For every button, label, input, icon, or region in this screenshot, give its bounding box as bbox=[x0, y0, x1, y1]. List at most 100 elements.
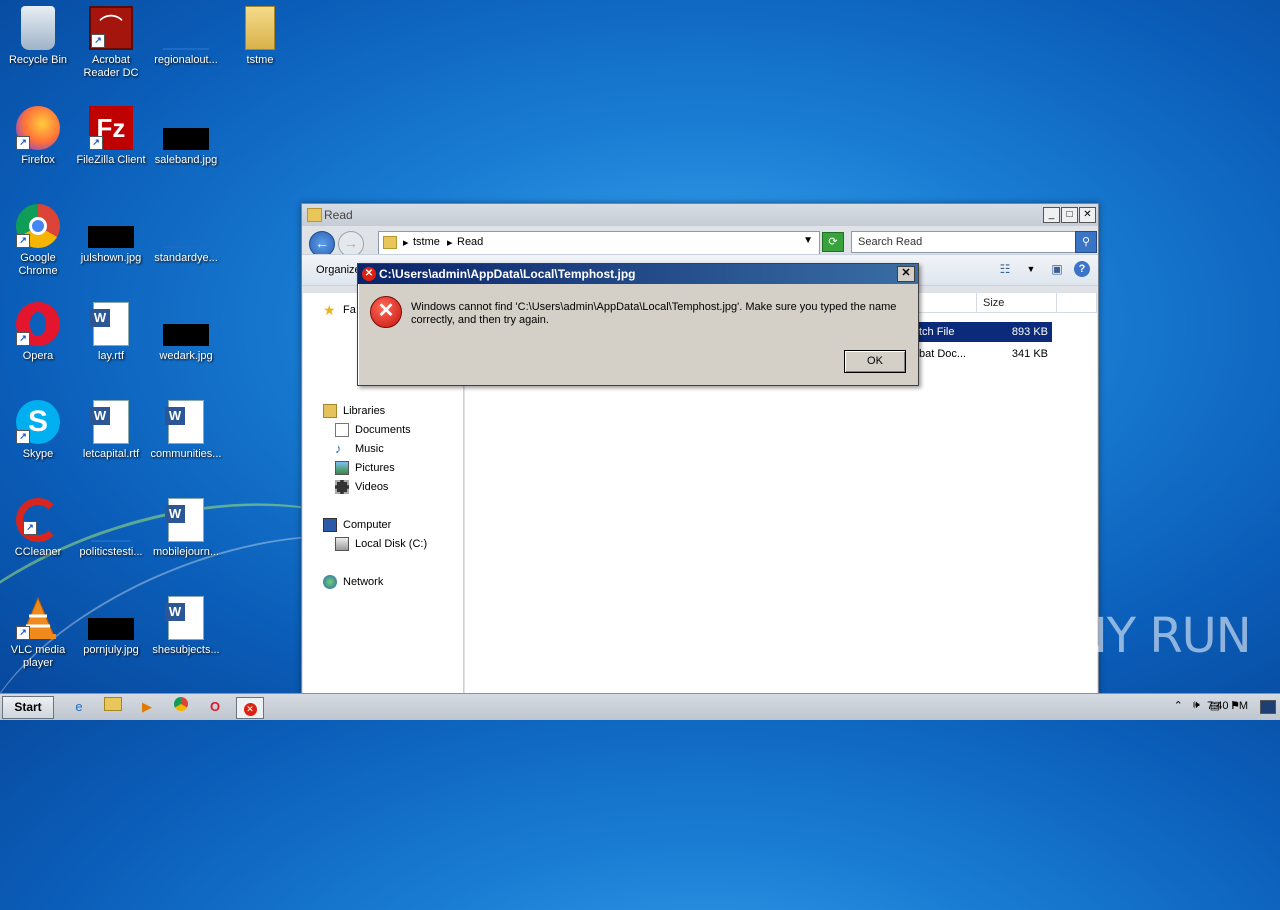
desktop-icon-chrome[interactable]: ↗ Google Chrome bbox=[0, 204, 76, 278]
vlc-icon: ↗ bbox=[16, 596, 60, 640]
dialog-titlebar: ✕ C:\Users\admin\AppData\Local\Temphost.… bbox=[358, 264, 918, 284]
desktop-icon-wedark[interactable]: wedark.jpg bbox=[148, 302, 224, 363]
folder-icon bbox=[245, 6, 275, 50]
desktop-icon-pornjuly[interactable]: pornjuly.jpg bbox=[73, 596, 149, 657]
column-header-extra[interactable] bbox=[1057, 293, 1097, 313]
folder-icon bbox=[383, 236, 397, 249]
column-header-size[interactable]: Size bbox=[977, 293, 1057, 313]
word-doc-icon: W bbox=[165, 498, 204, 542]
media-player-icon[interactable]: ▶ bbox=[136, 697, 158, 717]
breadcrumb-tstme[interactable]: tstme bbox=[413, 236, 440, 248]
clock[interactable]: 7:40 PM bbox=[1207, 700, 1248, 712]
nav-documents[interactable]: Documents bbox=[335, 423, 411, 437]
search-input[interactable]: Search Read bbox=[851, 231, 1079, 253]
explorer-titlebar: Read _ □ ✕ bbox=[302, 204, 1098, 226]
taskbar: Start e ▶ O ✕ ⌃ 🕪 ▤ ⚑ 7:40 PM bbox=[0, 693, 1280, 720]
table-row[interactable]: tch File 893 KB bbox=[915, 322, 1052, 342]
column-header-type[interactable] bbox=[915, 293, 977, 313]
nav-libraries[interactable]: Libraries bbox=[323, 404, 385, 418]
videos-icon bbox=[335, 480, 349, 494]
ok-button[interactable]: OK bbox=[844, 350, 906, 373]
desktop-icon-lay[interactable]: W lay.rtf bbox=[73, 302, 149, 363]
minimize-button[interactable]: _ bbox=[1043, 207, 1060, 223]
nav-computer[interactable]: Computer bbox=[323, 518, 391, 532]
dialog-close-button[interactable]: ✕ bbox=[897, 266, 915, 282]
desktop-icon-vlc[interactable]: ↗ VLC media player bbox=[0, 596, 76, 670]
desktop-icon-saleband[interactable]: saleband.jpg bbox=[148, 106, 224, 167]
organize-button[interactable]: Organize bbox=[316, 264, 361, 276]
desktop-icon-ccleaner[interactable]: ↗ CCleaner bbox=[0, 498, 76, 559]
opera-taskbar-icon[interactable]: O bbox=[204, 697, 226, 717]
word-doc-icon: W bbox=[90, 400, 129, 444]
desktop-icon-letcapital[interactable]: W letcapital.rtf bbox=[73, 400, 149, 461]
window-title: Read bbox=[324, 208, 353, 222]
help-icon[interactable]: ? bbox=[1074, 261, 1090, 277]
network-icon bbox=[323, 575, 337, 589]
desktop-icon-communities[interactable]: W communities... bbox=[148, 400, 224, 461]
filezilla-icon: Fz ↗ bbox=[89, 106, 133, 150]
word-doc-icon: W bbox=[165, 400, 204, 444]
desktop-icon-skype[interactable]: S ↗ Skype bbox=[0, 400, 76, 461]
image-file-icon bbox=[163, 128, 209, 150]
image-file-icon bbox=[88, 226, 134, 248]
library-icon bbox=[323, 404, 337, 418]
desktop-icon-opera[interactable]: ↗ Opera bbox=[0, 302, 76, 363]
chevron-down-icon[interactable]: ▼ bbox=[803, 235, 813, 246]
computer-icon bbox=[323, 518, 337, 532]
desktop-icon-mobilejourn[interactable]: W mobilejourn... bbox=[148, 498, 224, 559]
desktop-icon-tstme[interactable]: tstme bbox=[222, 6, 298, 67]
show-desktop-button[interactable] bbox=[1260, 700, 1276, 714]
anyrun-watermark: ANY RUN bbox=[1040, 608, 1252, 664]
recycle-bin-icon bbox=[21, 6, 55, 50]
preview-pane-icon[interactable]: ▣ bbox=[1048, 260, 1066, 278]
nav-pictures[interactable]: Pictures bbox=[335, 461, 395, 475]
desktop-icon-regionalout[interactable]: regionalout... bbox=[148, 6, 224, 67]
maximize-button[interactable]: □ bbox=[1061, 207, 1078, 223]
close-button[interactable]: ✕ bbox=[1079, 207, 1096, 223]
table-row[interactable]: bat Doc... 341 KB bbox=[915, 344, 1052, 364]
nav-local-disk[interactable]: Local Disk (C:) bbox=[335, 537, 427, 551]
error-dialog-taskbar-icon[interactable]: ✕ bbox=[236, 697, 264, 719]
desktop-icon-filezilla[interactable]: Fz ↗ FileZilla Client bbox=[73, 106, 149, 167]
desktop-icon-julshown[interactable]: julshown.jpg bbox=[73, 204, 149, 265]
start-button[interactable]: Start bbox=[2, 696, 54, 719]
firefox-icon: ↗ bbox=[16, 106, 60, 150]
dialog-message: Windows cannot find 'C:\Users\admin\AppD… bbox=[411, 301, 897, 326]
image-file-icon bbox=[163, 324, 209, 346]
chrome-taskbar-icon[interactable] bbox=[170, 697, 192, 717]
nav-network[interactable]: Network bbox=[323, 575, 383, 589]
chrome-icon: ↗ bbox=[16, 204, 60, 248]
folder-icon bbox=[307, 208, 322, 222]
chevron-down-icon[interactable]: ▼ bbox=[1022, 260, 1040, 278]
blank-file-icon bbox=[91, 540, 131, 542]
pictures-icon bbox=[335, 461, 349, 475]
star-icon: ★ bbox=[323, 302, 336, 318]
nav-favorites[interactable]: ★ Fa bbox=[323, 303, 356, 317]
explorer-taskbar-icon[interactable] bbox=[102, 697, 124, 717]
acrobat-icon: ⌒ ↗ bbox=[89, 6, 133, 50]
image-file-icon bbox=[88, 618, 134, 640]
blank-file-icon bbox=[163, 48, 209, 50]
desktop-icon-acrobat[interactable]: ⌒ ↗ Acrobat Reader DC bbox=[73, 6, 149, 80]
word-doc-icon: W bbox=[165, 596, 204, 640]
view-options-icon[interactable]: ☷ bbox=[996, 260, 1014, 278]
word-doc-icon: W bbox=[90, 302, 129, 346]
blank-file-icon bbox=[163, 246, 209, 248]
ie-icon[interactable]: e bbox=[68, 697, 90, 717]
refresh-button[interactable]: ⟳ bbox=[822, 232, 844, 252]
desktop-icon-standardye[interactable]: standardye... bbox=[148, 204, 224, 265]
desktop-icon-shesubjects[interactable]: W shesubjects... bbox=[148, 596, 224, 657]
breadcrumb-read[interactable]: Read bbox=[457, 236, 483, 248]
desktop-icon-politicstesti[interactable]: politicstesti... bbox=[73, 498, 149, 559]
desktop-icon-firefox[interactable]: ↗ Firefox bbox=[0, 106, 76, 167]
search-icon[interactable]: ⚲ bbox=[1075, 231, 1097, 253]
address-bar[interactable]: ▸ tstme ▸ Read ▼ bbox=[378, 231, 820, 255]
nav-videos[interactable]: Videos bbox=[335, 480, 388, 494]
dialog-title: C:\Users\admin\AppData\Local\Temphost.jp… bbox=[379, 267, 636, 281]
show-hidden-icons-icon[interactable]: ⌃ bbox=[1174, 699, 1183, 712]
error-dialog: ✕ C:\Users\admin\AppData\Local\Temphost.… bbox=[357, 263, 919, 386]
documents-icon bbox=[335, 423, 349, 437]
desktop-icon-recycle-bin[interactable]: Recycle Bin bbox=[0, 6, 76, 67]
nav-music[interactable]: ♪ Music bbox=[335, 442, 384, 456]
volume-icon[interactable]: 🕪 bbox=[1193, 699, 1200, 712]
